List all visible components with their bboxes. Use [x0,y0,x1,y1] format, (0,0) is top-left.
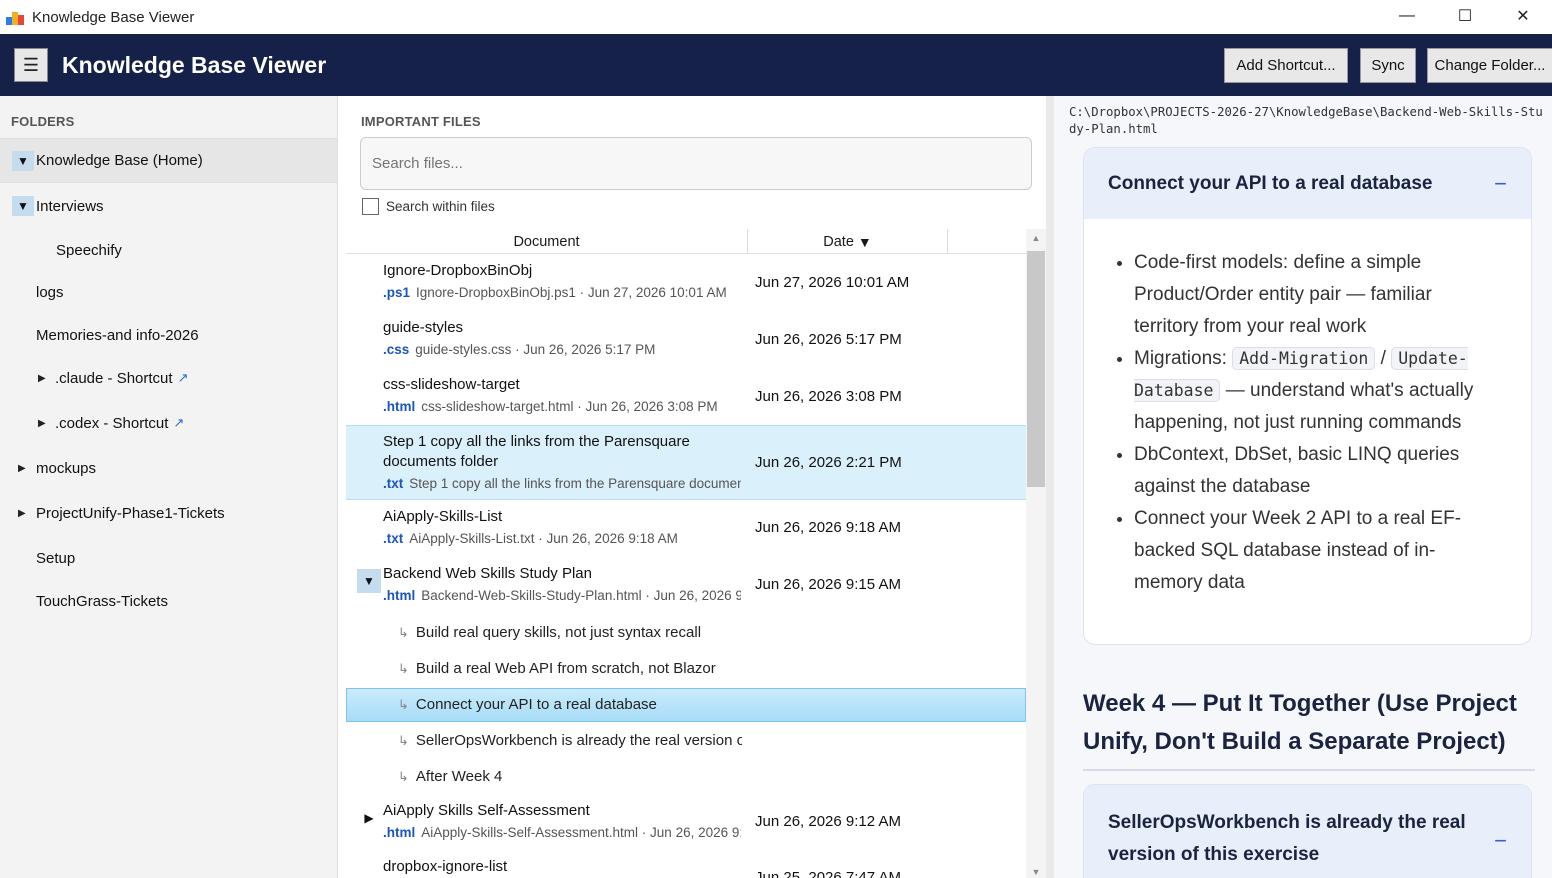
folder-projectunify-tickets[interactable]: ▶ ProjectUnify-Phase1-Tickets [0,491,337,535]
sub-heading-row[interactable]: ↳ SellerOpsWorkbench is already the real … [346,724,1026,760]
file-date: Jun 26, 2026 5:17 PM [755,331,902,348]
app-title: Knowledge Base Viewer [62,51,327,78]
section-card: Connect your API to a real database − Co… [1083,147,1532,645]
sub-heading-row[interactable]: ↳ After Week 4 [346,760,1026,796]
section-card-header[interactable]: SellerOpsWorkbench is already the real v… [1084,785,1531,878]
important-files-heading: IMPORTANT FILES [361,114,481,129]
file-row[interactable]: ▶ AiApply Skills Self-Assessment .html Ai… [346,796,1026,853]
sub-heading-row[interactable]: ↳ Build a real Web API from scratch, not … [346,652,1026,688]
file-date: Jun 26, 2026 3:08 PM [755,388,902,405]
folder-logs[interactable]: logs [0,271,337,313]
file-extension: .txt [383,531,404,546]
expand-arrow-icon[interactable]: ▶ [18,508,32,519]
folder-speechify[interactable]: Speechify [0,229,337,271]
maximize-button[interactable]: ☐ [1436,0,1494,32]
child-arrow-icon: ↳ [398,625,409,640]
file-path: C:\Dropbox\PROJECTS-2026-27\KnowledgeBas… [1069,105,1543,136]
folder-memories-and-info[interactable]: Memories-and info-2026 [0,314,337,356]
scroll-up-icon[interactable]: ▲ [1026,233,1046,243]
app-logo-icon [6,9,24,25]
expand-arrow-icon[interactable]: ▶ [38,418,52,429]
add-shortcut-button[interactable]: Add Shortcut... [1224,48,1348,83]
file-row[interactable]: css-slideshow-target .html css-slideshow-… [346,368,1026,425]
column-header: Document Date ▼ [346,229,1026,254]
pane-splitter[interactable] [1046,96,1054,878]
scroll-down-icon[interactable]: ▼ [1026,867,1046,877]
sync-button[interactable]: Sync [1360,48,1416,83]
collapse-icon[interactable]: ▼ [12,150,34,171]
section-card: SellerOpsWorkbench is already the real v… [1083,784,1532,878]
minimize-button[interactable]: — [1378,0,1436,32]
menu-toggle-button[interactable]: ☰ [14,48,48,82]
folders-pane: FOLDERS ▼ Knowledge Base (Home) ▼ Interv… [0,96,338,878]
file-row-selected[interactable]: Step 1 copy all the links from the Paren… [346,425,1026,500]
search-within-files-checkbox[interactable]: Search within files [362,198,495,215]
folder-setup[interactable]: Setup [0,536,337,580]
hamburger-icon: ☰ [22,54,40,75]
sub-heading-row-selected[interactable]: ↳ Connect your API to a real database [346,688,1026,722]
file-row-expanded[interactable]: ▼ Backend Web Skills Study Plan .html Bac… [346,559,1026,616]
shortcut-link-icon: ↗ [173,415,185,430]
window-titlebar: Knowledge Base Viewer — ☐ ✕ [0,0,1552,34]
scrollbar-thumb[interactable] [1027,251,1045,487]
file-extension: .txt [383,476,404,491]
folder-interviews[interactable]: ▼ Interviews [0,184,337,228]
collapse-icon[interactable]: ▼ [12,196,34,216]
preview-pane: C:\Dropbox\PROJECTS-2026-27\KnowledgeBas… [1054,96,1552,878]
date-column-header[interactable]: Date ▼ [748,229,948,254]
expand-arrow-icon[interactable]: ▶ [38,373,52,384]
sort-desc-icon: ▼ [857,233,872,250]
file-list: Ignore-DropboxBinObj .ps1 Ignore-DropboxB… [346,254,1026,878]
child-arrow-icon: ↳ [398,697,409,712]
file-extension: .html [383,399,416,414]
file-row[interactable]: AiApply-Skills-List .txt AiApply-Skills-L… [346,502,1026,559]
files-pane: IMPORTANT FILES Search within files Docu… [346,96,1046,878]
collapse-section-icon[interactable]: − [1494,825,1507,857]
section-card-header[interactable]: Connect your API to a real database − [1084,148,1531,219]
folder-codex-shortcut[interactable]: ▶ .codex - Shortcut ↗ [0,401,337,445]
shortcut-link-icon: ↗ [177,370,189,385]
child-arrow-icon: ↳ [398,661,409,676]
folder-mockups[interactable]: ▶ mockups [0,446,337,490]
migrations-bullet: Migrations: Add-Migration / Update-Datab… [1134,343,1501,439]
child-arrow-icon: ↳ [398,769,409,784]
file-extension: .html [383,825,416,840]
file-row[interactable]: guide-styles .css guide-styles.css · Jun … [346,311,1026,368]
expand-arrow-icon[interactable]: ▶ [357,806,381,830]
folder-claude-shortcut[interactable]: ▶ .claude - Shortcut ↗ [0,356,337,400]
file-row[interactable]: dropbox-ignore-list Jun 25, 2026 7:47 AM [346,853,1026,878]
change-folder-button[interactable]: Change Folder... [1427,48,1552,83]
folders-heading: FOLDERS [11,114,75,129]
window-title: Knowledge Base Viewer [32,8,195,26]
file-extension: .html [383,588,416,603]
file-date: Jun 26, 2026 9:18 AM [755,519,901,536]
file-extension: .css [383,342,410,357]
expand-arrow-icon[interactable]: ▶ [18,463,32,474]
collapse-section-icon[interactable]: − [1494,171,1507,197]
bullet-list: Code-first models: define a simple Produ… [1084,219,1531,629]
folder-touchgrass-tickets[interactable]: TouchGrass-Tickets [0,580,337,622]
search-input[interactable] [360,137,1032,190]
file-date: Jun 26, 2026 2:21 PM [755,454,902,471]
file-extension: .ps1 [383,285,411,300]
file-date: Jun 27, 2026 10:01 AM [755,274,910,291]
collapse-icon[interactable]: ▼ [357,569,381,593]
week-4-heading: Week 4 — Put It Together (Use Project Un… [1083,685,1535,771]
folder-knowledge-base-home[interactable]: ▼ Knowledge Base (Home) [0,138,337,183]
file-list-scrollbar[interactable]: ▲ ▼ [1026,229,1046,878]
file-date: Jun 25, 2026 7:47 AM [755,869,901,878]
app-header: ☰ Knowledge Base Viewer Add Shortcut... … [0,34,1552,96]
checkbox-icon[interactable] [362,198,379,215]
child-arrow-icon: ↳ [398,733,409,748]
close-button[interactable]: ✕ [1494,0,1552,32]
file-date: Jun 26, 2026 9:15 AM [755,576,901,593]
document-column-header[interactable]: Document [346,229,748,254]
file-row[interactable]: Ignore-DropboxBinObj .ps1 Ignore-DropboxB… [346,254,1026,311]
file-date: Jun 26, 2026 9:12 AM [755,813,901,830]
sub-heading-row[interactable]: ↳ Build real query skills, not just synta… [346,616,1026,652]
